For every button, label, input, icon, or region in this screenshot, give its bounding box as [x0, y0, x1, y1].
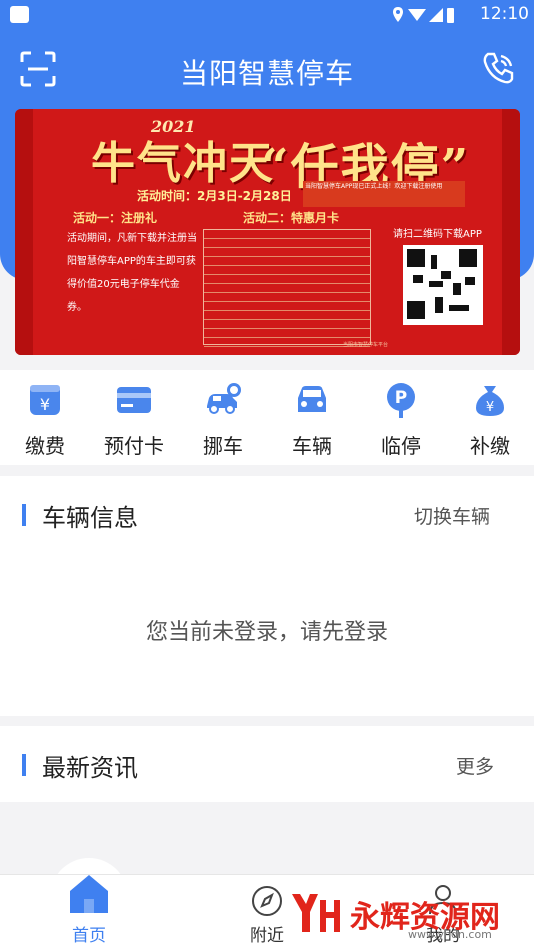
- news-section: 最新资讯 更多: [0, 726, 534, 802]
- watermark-logo-icon: [292, 894, 340, 932]
- menu-label: 补缴: [470, 434, 510, 458]
- watermark: 永辉资源网 www.yhdn.com: [288, 884, 528, 944]
- banner-note: 当阳智慧停车APP现已正式上线！欢迎下载注册使用: [303, 181, 465, 207]
- menu-label: 临停: [381, 434, 421, 458]
- parking-icon: P: [387, 383, 415, 418]
- banner-scan-text: 请扫二维码下载APP: [393, 229, 482, 240]
- section-accent-bar: [22, 754, 26, 776]
- compass-icon: [252, 886, 282, 916]
- yuan-card-icon: ¥: [30, 385, 60, 415]
- banner-time: 活动时间：2月3日-2月28日: [137, 189, 292, 203]
- section-accent-bar: [22, 504, 26, 526]
- watermark-url: www.yhdn.com: [408, 928, 492, 941]
- money-bag-icon: ¥: [476, 386, 504, 416]
- tab-home[interactable]: 首页: [44, 875, 134, 951]
- menu-label: 缴费: [25, 434, 65, 458]
- menu-move-car[interactable]: 挪车: [183, 376, 263, 460]
- menu-label: 车辆: [292, 434, 332, 458]
- banner-activity-2: 活动二：特惠月卡: [243, 211, 340, 225]
- status-bar: 12:10: [0, 0, 534, 30]
- car-icon: [298, 386, 326, 412]
- page-title: 当阳智慧停车: [179, 57, 354, 90]
- qr-code: [403, 245, 483, 325]
- menu-vehicle[interactable]: 车辆: [272, 376, 352, 460]
- move-car-icon: [207, 383, 241, 414]
- menu-prepaid-card[interactable]: 预付卡: [94, 376, 174, 460]
- menu-label: 预付卡: [104, 434, 164, 458]
- svg-text:P: P: [395, 388, 407, 408]
- promo-banner[interactable]: 2021 牛气冲天 “任我停” 活动时间：2月3日-2月28日 当阳智慧停车AP…: [15, 109, 520, 355]
- svg-text:¥: ¥: [40, 395, 50, 414]
- home-icon: [70, 875, 108, 913]
- banner-price-table: [203, 229, 371, 347]
- banner-footer: 当阳市智慧停车平台: [343, 342, 389, 348]
- function-menu: ¥ 缴费 预付卡 挪车 车辆 P 临停 ¥ 补缴: [0, 370, 534, 465]
- status-icons: [393, 7, 454, 23]
- menu-label: 挪车: [203, 434, 243, 458]
- menu-pay[interactable]: ¥ 缴费: [5, 376, 85, 460]
- section-title: 最新资讯: [42, 754, 138, 782]
- section-title: 车辆信息: [42, 504, 138, 532]
- menu-back-payment[interactable]: ¥ 补缴: [450, 376, 530, 460]
- tab-label: 首页: [72, 926, 106, 946]
- banner-slogan: 牛气冲天: [91, 138, 275, 189]
- vehicle-info-section: 车辆信息 切换车辆 您当前未登录，请先登录: [0, 476, 534, 716]
- phone-icon[interactable]: [480, 50, 516, 86]
- banner-content: 2021 牛气冲天 “任我停” 活动时间：2月3日-2月28日 当阳智慧停车AP…: [33, 109, 502, 355]
- svg-text:¥: ¥: [486, 400, 494, 415]
- banner-activity-1: 活动一：注册礼: [73, 211, 158, 225]
- notification-icon: [10, 6, 29, 23]
- card-icon: [117, 387, 151, 413]
- scan-icon[interactable]: [20, 51, 56, 87]
- clock: 12:10: [480, 4, 529, 24]
- more-news-button[interactable]: 更多: [456, 752, 494, 779]
- login-prompt[interactable]: 您当前未登录，请先登录: [0, 614, 534, 646]
- banner-activity-body: 活动期间，凡新下载并注册当阳智慧停车APP的车主即可获得价值20元电子停车代金券…: [67, 233, 197, 313]
- switch-vehicle-button[interactable]: 切换车辆: [414, 502, 490, 529]
- menu-temp-parking[interactable]: P 临停: [361, 376, 441, 460]
